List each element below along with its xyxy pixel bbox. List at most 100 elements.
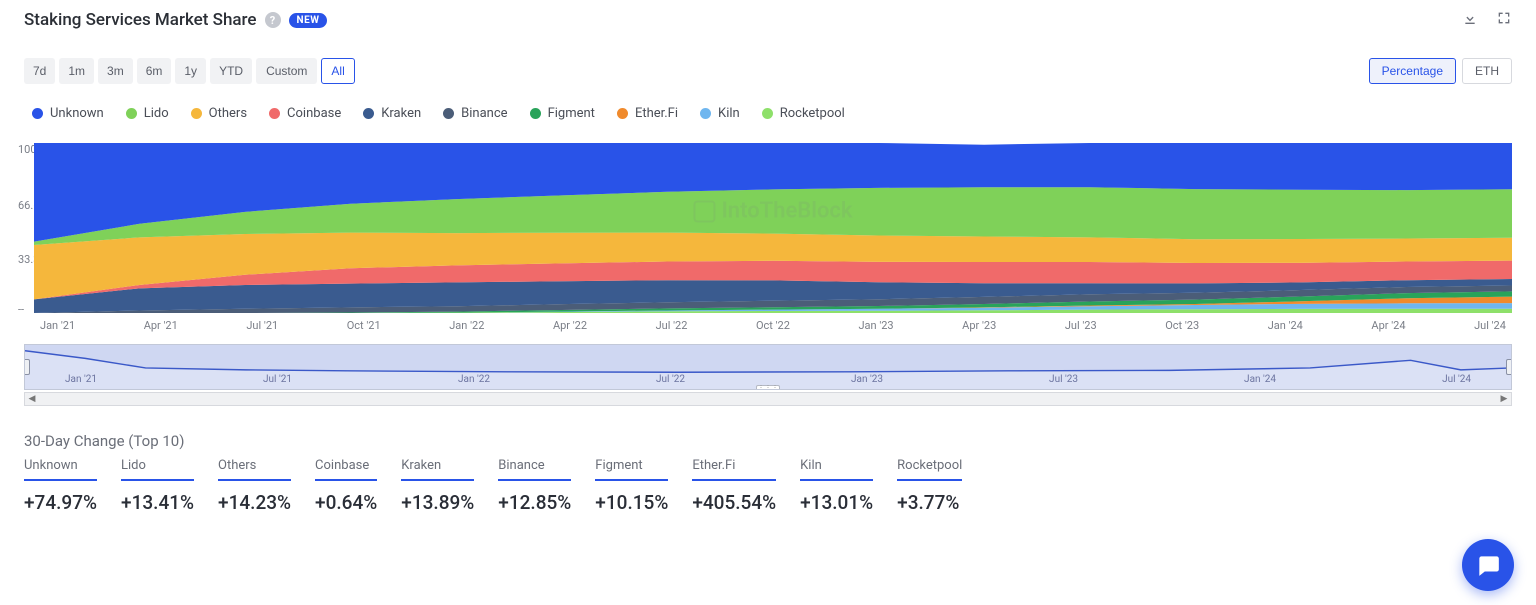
legend-label: Rocketpool xyxy=(780,106,845,121)
range-all[interactable]: All xyxy=(321,58,354,84)
range-ytd[interactable]: YTD xyxy=(210,58,252,84)
legend-label: Lido xyxy=(144,106,169,121)
range-7d[interactable]: 7d xyxy=(24,58,55,84)
x-tick: Jan '24 xyxy=(1268,319,1303,332)
range-custom[interactable]: Custom xyxy=(256,58,317,84)
navigator-handle-left[interactable] xyxy=(24,359,30,375)
help-icon[interactable]: ? xyxy=(265,12,281,28)
change-col-head: Kiln xyxy=(800,458,873,481)
x-tick: Apr '21 xyxy=(144,319,178,332)
change-table: Unknown+74.97% Lido+13.41% Others+14.23% Co… xyxy=(0,458,1536,514)
change-col-head: Figment xyxy=(595,458,668,481)
legend-dot xyxy=(700,108,711,119)
legend-item-figment[interactable]: Figment xyxy=(530,106,595,121)
change-col-lido: Lido+13.41% xyxy=(121,458,194,514)
navigator-grip[interactable]: ⋮⋮⋮ xyxy=(756,385,780,390)
change-col-value: +13.89% xyxy=(401,481,474,514)
range-1y[interactable]: 1y xyxy=(175,58,206,84)
legend-label: Others xyxy=(209,106,247,121)
legend-dot xyxy=(762,108,773,119)
navigator-scrollbar[interactable]: ◀ ▶ xyxy=(24,392,1512,406)
legend-label: Kiln xyxy=(718,106,740,121)
change-col-coinbase: Coinbase+0.64% xyxy=(315,458,377,514)
range-6m[interactable]: 6m xyxy=(137,58,172,84)
legend-item-binance[interactable]: Binance xyxy=(443,106,507,121)
legend-dot xyxy=(443,108,454,119)
x-tick: Jul '24 xyxy=(1474,319,1506,332)
legend-item-others[interactable]: Others xyxy=(191,106,247,121)
time-range-group: 7d1m3m6m1yYTDCustomAll xyxy=(24,58,355,84)
range-3m[interactable]: 3m xyxy=(98,58,133,84)
fullscreen-icon[interactable] xyxy=(1496,10,1512,30)
unit-percentage[interactable]: Percentage xyxy=(1369,58,1456,84)
change-col-unknown: Unknown+74.97% xyxy=(24,458,97,514)
change-col-kraken: Kraken+13.89% xyxy=(401,458,474,514)
x-tick: Apr '22 xyxy=(553,319,587,332)
scroll-left-arrow[interactable]: ◀ xyxy=(25,393,39,405)
chat-bubble-button[interactable] xyxy=(1462,539,1514,591)
change-col-value: +13.41% xyxy=(121,481,194,514)
change-col-head: Coinbase xyxy=(315,458,377,481)
legend-label: Coinbase xyxy=(287,106,341,121)
chart-legend: Unknown Lido Others Coinbase Kraken Binance Fi… xyxy=(0,92,1536,125)
download-icon[interactable] xyxy=(1462,10,1478,30)
change-col-binance: Binance+12.85% xyxy=(498,458,571,514)
x-axis-labels: Jan '21 Apr '21 Jul '21 Oct '21 Jan '22 Apr '… xyxy=(34,313,1512,332)
x-tick: Apr '23 xyxy=(962,319,996,332)
new-badge: NEW xyxy=(289,13,328,28)
change-col-etherfi: Ether.Fi+405.54% xyxy=(692,458,776,514)
navigator-handle-right[interactable] xyxy=(1506,359,1512,375)
change-col-value: +12.85% xyxy=(498,481,571,514)
unit-toggle-group: PercentageETH xyxy=(1369,58,1512,84)
legend-item-coinbase[interactable]: Coinbase xyxy=(269,106,341,121)
legend-label: Kraken xyxy=(381,106,421,121)
legend-dot xyxy=(530,108,541,119)
legend-item-lido[interactable]: Lido xyxy=(126,106,169,121)
x-tick: Jul '21 xyxy=(246,319,278,332)
legend-dot xyxy=(126,108,137,119)
controls-row: 7d1m3m6m1yYTDCustomAll PercentageETH xyxy=(0,36,1536,92)
change-col-head: Kraken xyxy=(401,458,474,481)
legend-label: Figment xyxy=(548,106,595,121)
x-tick: Jan '22 xyxy=(449,319,484,332)
legend-dot xyxy=(617,108,628,119)
chart-area: 100.00%66.67%33.33%-- IntoTheBlock Jan '… xyxy=(0,125,1536,332)
change-col-value: +405.54% xyxy=(692,481,776,514)
change-col-head: Rocketpool xyxy=(897,458,962,481)
change-col-value: +10.15% xyxy=(595,481,668,514)
legend-item-etherfi[interactable]: Ether.Fi xyxy=(617,106,678,121)
legend-dot xyxy=(191,108,202,119)
change-col-value: +74.97% xyxy=(24,481,97,514)
legend-label: Unknown xyxy=(50,106,104,121)
change-col-head: Others xyxy=(218,458,291,481)
x-tick: Oct '21 xyxy=(347,319,381,332)
legend-item-kiln[interactable]: Kiln xyxy=(700,106,740,121)
legend-item-kraken[interactable]: Kraken xyxy=(363,106,421,121)
stacked-area-chart[interactable]: IntoTheBlock xyxy=(34,143,1512,313)
navigator-wrap: Jan '21Jul '21Jan '22Jul '22Jan '23Jul '… xyxy=(0,332,1536,406)
legend-item-unknown[interactable]: Unknown xyxy=(32,106,104,121)
change-col-head: Ether.Fi xyxy=(692,458,776,481)
change-col-head: Binance xyxy=(498,458,571,481)
change-col-rocketpool: Rocketpool+3.77% xyxy=(897,458,962,514)
change-col-value: +13.01% xyxy=(800,481,873,514)
chart-navigator[interactable]: Jan '21Jul '21Jan '22Jul '22Jan '23Jul '… xyxy=(24,344,1512,390)
change-col-head: Lido xyxy=(121,458,194,481)
change-title: 30-Day Change (Top 10) xyxy=(0,406,1536,458)
scroll-right-arrow[interactable]: ▶ xyxy=(1497,393,1511,405)
chart-header: Staking Services Market Share ? NEW xyxy=(0,0,1536,36)
unit-eth[interactable]: ETH xyxy=(1462,58,1512,84)
legend-label: Binance xyxy=(461,106,507,121)
x-tick: Oct '22 xyxy=(756,319,790,332)
change-col-value: +3.77% xyxy=(897,481,962,514)
legend-dot xyxy=(363,108,374,119)
legend-item-rocketpool[interactable]: Rocketpool xyxy=(762,106,845,121)
legend-dot xyxy=(269,108,280,119)
change-col-others: Others+14.23% xyxy=(218,458,291,514)
x-tick: Jan '21 xyxy=(40,319,75,332)
x-tick: Jul '22 xyxy=(656,319,688,332)
x-tick: Jul '23 xyxy=(1065,319,1097,332)
change-col-figment: Figment+10.15% xyxy=(595,458,668,514)
range-1m[interactable]: 1m xyxy=(59,58,94,84)
change-col-value: +14.23% xyxy=(218,481,291,514)
